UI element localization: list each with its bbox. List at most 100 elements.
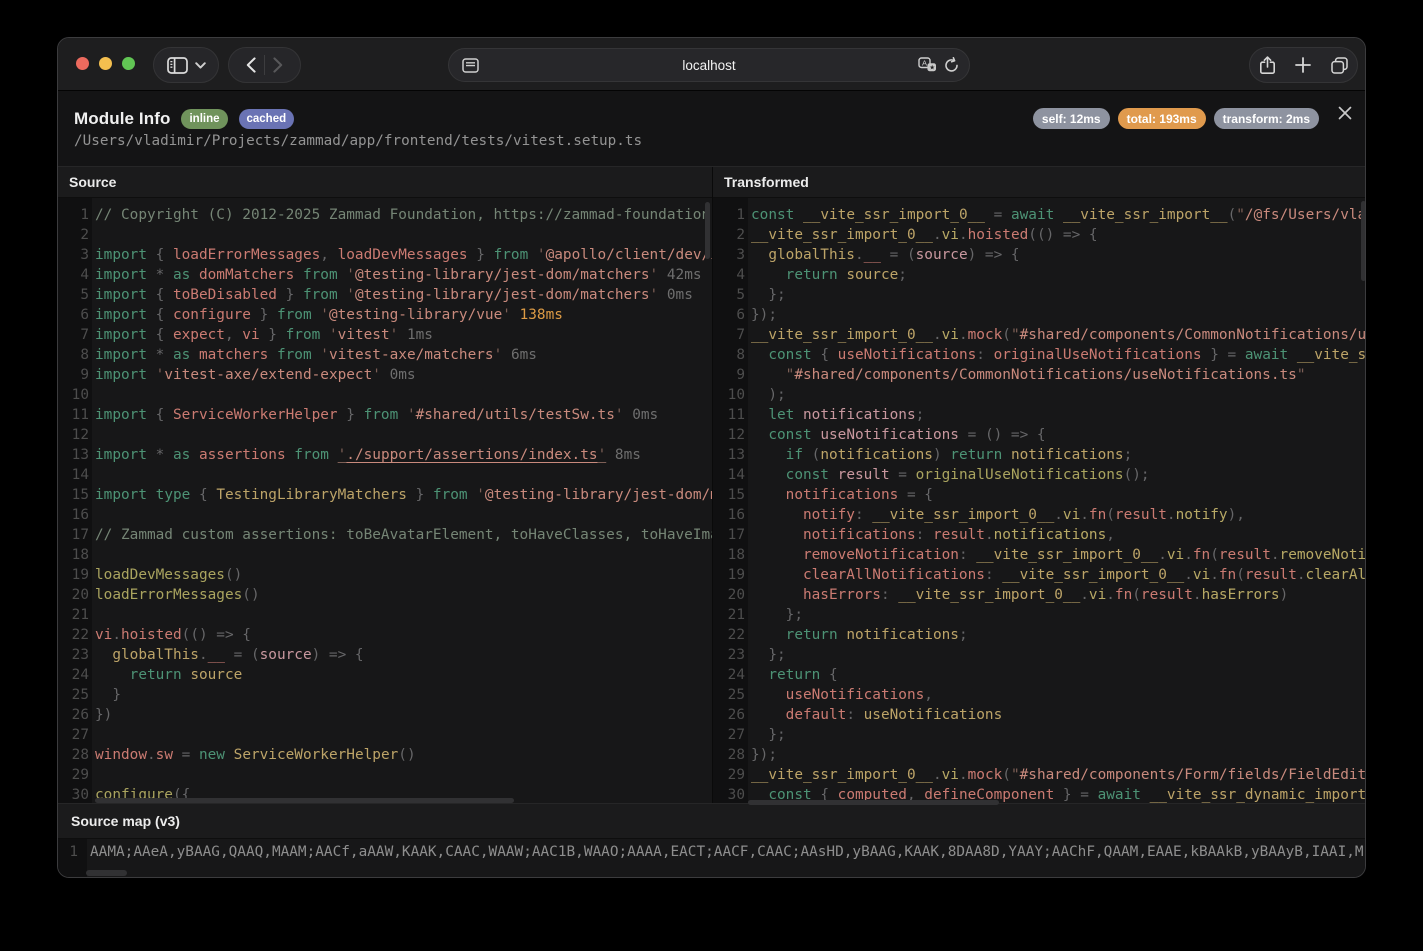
source-vertical-scrollbar[interactable] xyxy=(705,202,710,259)
navigation-buttons xyxy=(228,47,301,83)
code-line: 28 window.sw = new ServiceWorkerHelper() xyxy=(58,745,712,765)
line-number: 1 xyxy=(736,207,745,223)
sourcemap-mappings: AAMA;AAeA,yBAAG,QAAQ,MAAM;AACf,aAAW,KAAK… xyxy=(90,844,1364,860)
tab-overview-icon[interactable] xyxy=(1330,56,1348,74)
translate-icon[interactable]: A ★ xyxy=(918,57,937,73)
line-number: 25 xyxy=(727,687,745,703)
line-number: 15 xyxy=(71,487,89,503)
code-line: 25 } xyxy=(58,685,712,705)
code-line: 11 import { ServiceWorkerHelper } from '#… xyxy=(58,405,712,425)
back-icon[interactable] xyxy=(246,57,256,73)
transformed-panel-title: Transformed xyxy=(713,167,1365,198)
code-line: 16 xyxy=(58,505,712,525)
line-number: 1 xyxy=(80,207,89,223)
line-number: 16 xyxy=(71,507,89,523)
line-number: 20 xyxy=(727,587,745,603)
code-line: 8 import * as matchers from 'vitest-axe/m… xyxy=(58,345,712,365)
module-link[interactable]: ./support/assertions/index.ts xyxy=(346,447,597,463)
share-icon[interactable] xyxy=(1259,55,1275,75)
code-line: 29 xyxy=(58,765,712,785)
minimize-window-button[interactable] xyxy=(99,57,112,70)
line-number: 8 xyxy=(80,347,89,363)
code-line: 17 notifications: result.notifications, xyxy=(713,525,1365,545)
timing-badges: self: 12ms total: 193ms transform: 2ms xyxy=(1025,108,1319,129)
close-window-button[interactable] xyxy=(76,57,89,70)
line-number: 19 xyxy=(727,567,745,583)
code-line: 27 xyxy=(58,725,712,745)
transformed-code[interactable]: 1 const __vite_ssr_import_0__ = await __v… xyxy=(713,198,1365,803)
source-horizontal-scrollbar[interactable] xyxy=(95,798,514,803)
line-number: 22 xyxy=(71,627,89,643)
line-number: 30 xyxy=(71,787,89,803)
transformed-vertical-scrollbar[interactable] xyxy=(1361,201,1365,281)
line-number: 23 xyxy=(71,647,89,663)
code-line: 26 default: useNotifications xyxy=(713,705,1365,725)
transformed-horizontal-scrollbar[interactable] xyxy=(748,800,999,805)
code-line: 24 return source xyxy=(58,665,712,685)
sourcemap-section: Source map (v3) 1 AAMA;AAeA,yBAAG,QAAQ,M… xyxy=(58,803,1365,877)
line-number: 5 xyxy=(736,287,745,303)
line-number: 7 xyxy=(736,327,745,343)
sourcemap-title: Source map (v3) xyxy=(58,803,1365,839)
sidebar-toggle-button[interactable] xyxy=(153,47,219,83)
line-number: 29 xyxy=(727,767,745,783)
code-line: 19 loadDevMessages() xyxy=(58,565,712,585)
line-number: 3 xyxy=(80,247,89,263)
code-line: 20 loadErrorMessages() xyxy=(58,585,712,605)
line-number: 9 xyxy=(80,367,89,383)
zoom-window-button[interactable] xyxy=(122,57,135,70)
code-line: 25 useNotifications, xyxy=(713,685,1365,705)
code-line: 29 __vite_ssr_import_0__.vi.mock("#shared… xyxy=(713,765,1365,785)
line-number: 24 xyxy=(71,667,89,683)
module-info-header: Module Info inline cached self: 12ms total… xyxy=(58,92,1365,166)
close-icon[interactable] xyxy=(1338,106,1352,120)
line-number: 28 xyxy=(71,747,89,763)
code-line: 1// Copyright (C) 2012-2025 Zammad Found… xyxy=(58,205,712,225)
source-code[interactable]: 1// Copyright (C) 2012-2025 Zammad Found… xyxy=(58,198,712,803)
timing-badge: self: 12ms xyxy=(1032,108,1110,129)
line-number: 25 xyxy=(71,687,89,703)
line-number: 6 xyxy=(80,307,89,323)
new-tab-icon[interactable] xyxy=(1294,57,1311,73)
line-number: 19 xyxy=(71,567,89,583)
address-bar[interactable]: localhost A ★ xyxy=(448,48,970,82)
code-line: 2 __vite_ssr_import_0__.vi.hoisted(() => … xyxy=(713,225,1365,245)
code-line: 6 import { configure } from '@testing-lib… xyxy=(58,305,712,325)
forward-icon[interactable] xyxy=(273,57,283,73)
code-line: 22 return notifications; xyxy=(713,625,1365,645)
code-line: 13 if (notifications) return notificatio… xyxy=(713,445,1365,465)
code-line: 10 xyxy=(58,385,712,405)
line-number: 30 xyxy=(727,787,745,803)
code-line: 5 import { toBeDisabled } from '@testing-… xyxy=(58,285,712,305)
line-number: 14 xyxy=(71,467,89,483)
line-number: 13 xyxy=(727,447,745,463)
code-line: 18 xyxy=(58,545,712,565)
traffic-lights xyxy=(76,57,135,70)
code-line: 7 import { expect, vi } from 'vitest' 1ms xyxy=(58,325,712,345)
reload-icon[interactable] xyxy=(944,57,959,73)
code-line: 15 notifications = { xyxy=(713,485,1365,505)
timing-badge: transform: 2ms xyxy=(1213,108,1319,129)
chevron-down-icon xyxy=(194,61,206,69)
module-badges: inline cached xyxy=(170,108,295,129)
line-number: 10 xyxy=(71,387,89,403)
line-number: 26 xyxy=(71,707,89,723)
code-line: 27 }; xyxy=(713,725,1365,745)
transformed-panel: Transformed 1 const __vite_ssr_import_0__… xyxy=(713,167,1365,803)
line-number: 14 xyxy=(727,467,745,483)
code-line: 21 xyxy=(58,605,712,625)
browser-toolbar: localhost A ★ xyxy=(58,38,1365,91)
url-text: localhost xyxy=(682,57,736,73)
line-number: 26 xyxy=(727,707,745,723)
line-number: 7 xyxy=(80,327,89,343)
module-link[interactable]: ' xyxy=(598,447,607,463)
sourcemap-horizontal-scrollbar[interactable] xyxy=(86,870,127,876)
module-link[interactable]: ' xyxy=(338,447,347,463)
code-line: 4 import * as domMatchers from '@testing-… xyxy=(58,265,712,285)
line-number: 17 xyxy=(71,527,89,543)
code-line: 5 }; xyxy=(713,285,1365,305)
line-number: 20 xyxy=(71,587,89,603)
code-line: 17// Zammad custom assertions: toBeAvata… xyxy=(58,525,712,545)
sourcemap-body[interactable]: 1 AAMA;AAeA,yBAAG,QAAQ,MAAM;AACf,aAAW,KA… xyxy=(58,839,1365,877)
code-line: 23 }; xyxy=(713,645,1365,665)
